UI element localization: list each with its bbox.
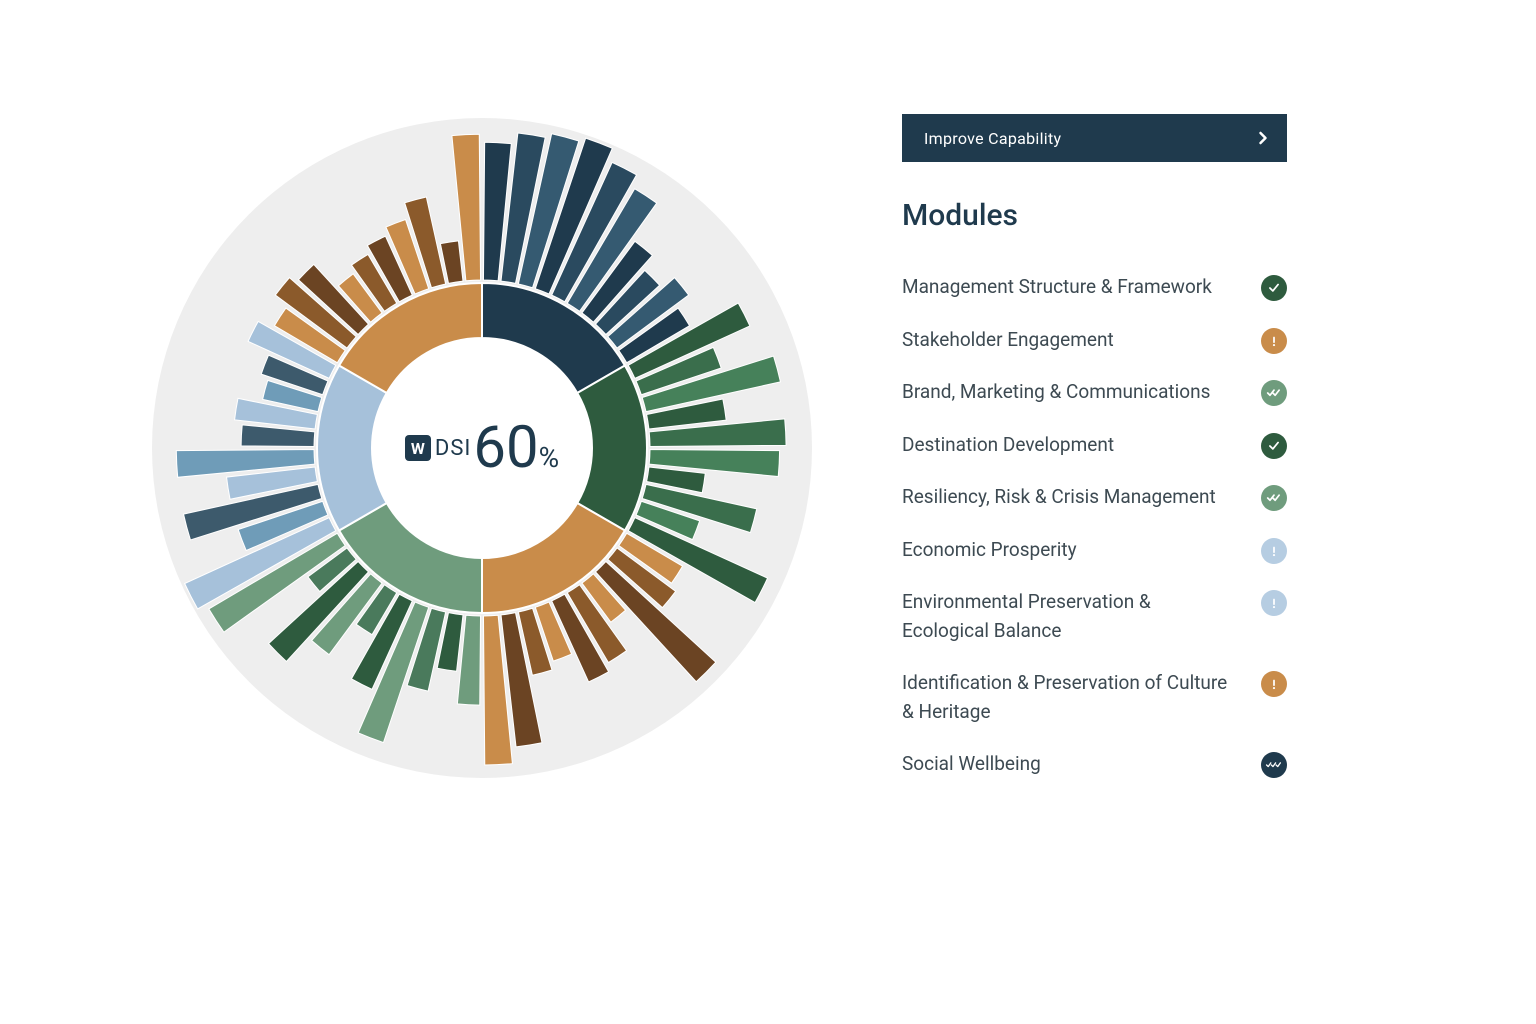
chevron-right-icon — [1253, 128, 1273, 148]
status-badge-icon — [1261, 671, 1287, 697]
module-item[interactable]: Environmental Preservation & Ecological … — [902, 576, 1287, 657]
status-badge-icon — [1261, 485, 1287, 511]
module-item[interactable]: Destination Development — [902, 419, 1287, 472]
dsi-value: 60 — [473, 419, 538, 477]
chart-center-circle: W DSI 60 % — [372, 338, 592, 558]
status-badge-icon — [1261, 752, 1287, 778]
modules-heading: Modules — [902, 198, 1358, 233]
module-item[interactable]: Management Structure & Framework — [902, 261, 1287, 314]
module-item[interactable]: Resiliency, Risk & Crisis Management — [902, 471, 1287, 524]
module-item[interactable]: Economic Prosperity — [902, 524, 1287, 577]
module-label: Management Structure & Framework — [902, 273, 1212, 302]
dsi-prefix: DSI — [435, 436, 471, 461]
module-item[interactable]: Stakeholder Engagement — [902, 314, 1287, 367]
improve-button-label: Improve Capability — [924, 129, 1061, 148]
status-badge-icon — [1261, 590, 1287, 616]
brand-badge-letter: W — [411, 439, 425, 458]
status-badge-icon — [1261, 538, 1287, 564]
module-label: Stakeholder Engagement — [902, 326, 1114, 355]
module-label: Brand, Marketing & Communications — [902, 378, 1210, 407]
dsi-suffix: % — [539, 441, 560, 474]
module-label: Social Wellbeing — [902, 750, 1041, 779]
radial-chart: W DSI 60 % — [102, 68, 862, 828]
module-item[interactable]: Social Wellbeing — [902, 738, 1287, 791]
module-label: Economic Prosperity — [902, 536, 1077, 565]
status-badge-icon — [1261, 380, 1287, 406]
module-label: Destination Development — [902, 431, 1114, 460]
improve-capability-button[interactable]: Improve Capability — [902, 114, 1287, 162]
brand-badge-icon: W — [405, 435, 431, 461]
status-badge-icon — [1261, 275, 1287, 301]
status-badge-icon — [1261, 433, 1287, 459]
module-item[interactable]: Identification & Preservation of Culture… — [902, 657, 1287, 738]
status-badge-icon — [1261, 328, 1287, 354]
module-label: Resiliency, Risk & Crisis Management — [902, 483, 1216, 512]
modules-list: Management Structure & Framework Stakehol… — [902, 261, 1358, 791]
dsi-center-label: W DSI 60 % — [405, 419, 559, 477]
module-label: Environmental Preservation & Ecological … — [902, 588, 1232, 645]
module-item[interactable]: Brand, Marketing & Communications — [902, 366, 1287, 419]
module-label: Identification & Preservation of Culture… — [902, 669, 1232, 726]
